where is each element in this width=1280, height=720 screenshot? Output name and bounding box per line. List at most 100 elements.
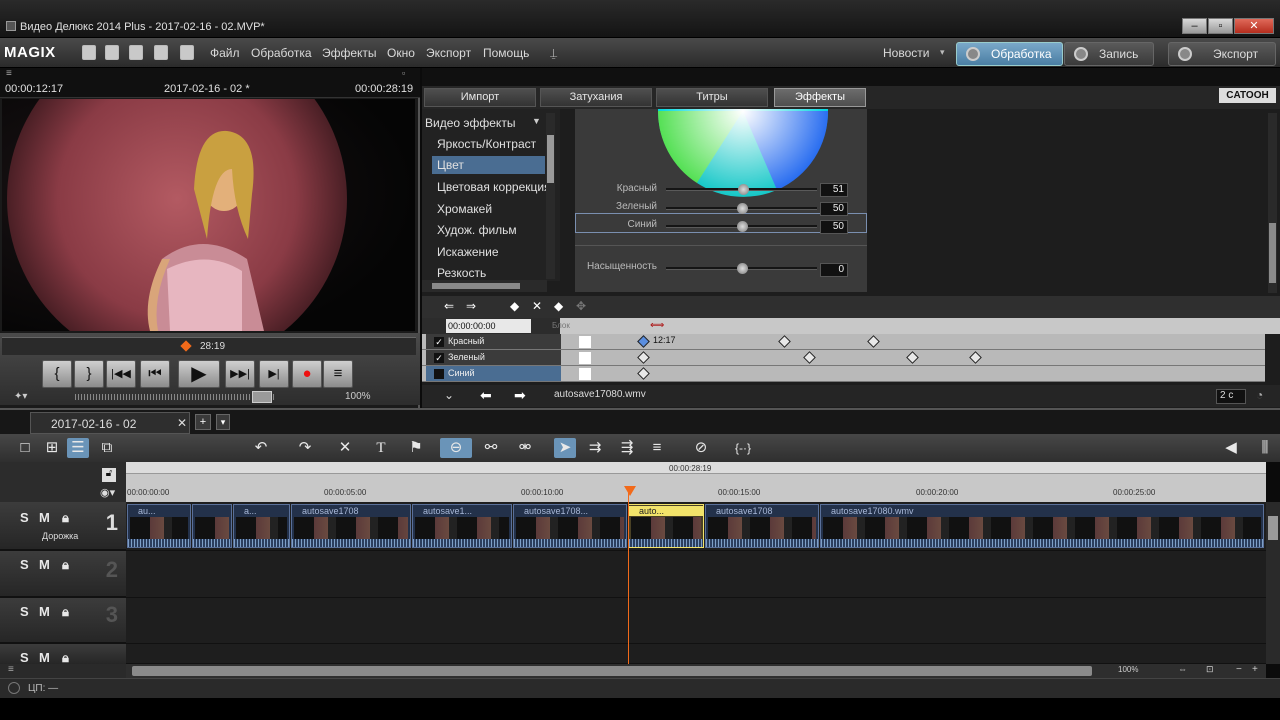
video-clip-selected[interactable]: auto... — [628, 504, 704, 548]
track-lock-icon[interactable]: 🔒︎ — [62, 510, 69, 526]
mode-record-button[interactable]: Запись — [1064, 42, 1154, 66]
video-clip[interactable]: au... — [127, 504, 191, 548]
mark-in-button[interactable]: { — [42, 360, 72, 388]
range-mode-icon[interactable]: ⇉ — [584, 438, 606, 458]
effect-item[interactable]: Худож. фильм — [437, 223, 517, 237]
preview-zoom[interactable]: 100% — [345, 391, 371, 402]
news-dropdown-icon[interactable]: ▾ — [940, 47, 945, 58]
effect-item-selected[interactable]: Цвет — [432, 156, 545, 174]
preview-options-button[interactable]: ≡ — [323, 360, 353, 388]
track-name[interactable]: Дорожка — [42, 531, 78, 541]
project-tab[interactable]: 2017-02-16 - 02 ✕ — [30, 412, 190, 434]
mixer-icon[interactable]: ⫼ — [1254, 438, 1276, 458]
keyframe-row-green[interactable]: Зеленый ✓ — [422, 350, 1265, 366]
timeline-zoom[interactable]: 100% — [1118, 665, 1138, 674]
speaker-icon[interactable]: ◀ — [1220, 438, 1242, 458]
shuttle-knob[interactable] — [252, 391, 272, 403]
slider-knob[interactable] — [736, 221, 748, 232]
mute-button[interactable]: M — [39, 650, 50, 665]
zoom-out-icon[interactable]: ⊡ — [1206, 664, 1214, 675]
keyframe-diamond[interactable] — [637, 351, 650, 364]
blue-value[interactable]: 50 — [820, 220, 848, 234]
menu-help[interactable]: Помощь — [483, 46, 529, 60]
effect-item[interactable]: Яркость/Контраст — [437, 137, 536, 151]
hscroll-thumb[interactable] — [432, 283, 520, 289]
tab-import[interactable]: Импорт — [424, 88, 536, 107]
slider-knob[interactable] — [736, 263, 748, 274]
tab-titles[interactable]: Титры — [656, 88, 768, 107]
maximize-button[interactable]: ▫ — [1208, 18, 1233, 34]
delete-icon[interactable]: ✕ — [334, 438, 356, 458]
checkbox-checked-icon[interactable]: ✓ — [434, 337, 444, 347]
ripple-mode-icon[interactable]: ⊖ — [440, 438, 472, 458]
video-clip[interactable] — [192, 504, 232, 548]
keyframe-diamond[interactable] — [906, 351, 919, 364]
solo-button[interactable]: S — [20, 604, 29, 619]
play-button[interactable]: ▶ — [178, 360, 220, 388]
track-header-3[interactable]: S M 🔒︎ 3 — [0, 598, 126, 644]
back-arrow-icon[interactable]: ⬅ — [480, 387, 492, 404]
track-lock-icon[interactable]: 🔒︎ — [62, 557, 69, 573]
keyframe-row-blue[interactable]: Синий — [422, 366, 1265, 382]
effect-item[interactable]: Цветовая коррекция — [437, 180, 551, 194]
tracks-vscroll[interactable] — [1266, 502, 1280, 664]
tab-menu-icon[interactable]: ▾ — [216, 414, 230, 430]
timeline-view-icon[interactable]: ☰ — [67, 438, 89, 458]
news-button[interactable]: Новости — [883, 46, 929, 60]
save-icon[interactable] — [129, 45, 143, 60]
slider-knob[interactable] — [736, 203, 748, 214]
keyframe-diamond[interactable] — [637, 335, 650, 348]
clock-icon[interactable]: ◔ — [1256, 388, 1263, 402]
prev-cut-button[interactable]: |◀◀ — [106, 360, 136, 388]
track-header-2[interactable]: S M 🔒︎ 2 — [0, 551, 126, 598]
timeline-hscroll[interactable]: 100% ⇔ ⊡ − + — [126, 664, 1266, 678]
track-3-lane[interactable] — [126, 598, 1266, 644]
volume-icon[interactable]: ✦▾ — [14, 391, 27, 402]
catooh-logo[interactable]: CATOOH — [1219, 88, 1276, 103]
fx-panel-scrollbar[interactable] — [1268, 113, 1277, 293]
video-clip[interactable]: autosave1... — [412, 504, 512, 548]
delete-keyframe-icon[interactable]: ✕ — [532, 299, 542, 313]
open-folder-icon[interactable] — [105, 45, 119, 60]
track-header-4[interactable]: S M 🔒︎ — [0, 644, 126, 665]
checkbox-unchecked-icon[interactable] — [434, 369, 444, 379]
keyframe-row-red[interactable]: Красный ✓ 12:17 — [422, 334, 1265, 350]
green-slider[interactable] — [666, 203, 817, 214]
effect-item[interactable]: Хромакей — [437, 202, 492, 216]
link-icon[interactable]: ⚯ — [480, 438, 502, 458]
range-marker-icon[interactable]: ⟺ — [650, 320, 664, 331]
blue-slider[interactable] — [666, 221, 817, 232]
zoom-minus-icon[interactable]: − — [1236, 664, 1242, 675]
next-keyframe-icon[interactable]: ⇒ — [466, 299, 476, 313]
next-marker-button[interactable]: ▶| — [259, 360, 289, 388]
checkbox-checked-icon[interactable]: ✓ — [434, 353, 444, 363]
scroll-thumb[interactable] — [547, 135, 554, 183]
title-text-icon[interactable]: T — [370, 438, 392, 458]
mute-button[interactable]: M — [39, 604, 50, 619]
video-clip[interactable]: a... — [233, 504, 290, 548]
add-keyframe-icon[interactable]: ◆ — [510, 299, 519, 313]
menu-file[interactable]: Файл — [210, 46, 240, 60]
storyboard-icon[interactable]: ⊞ — [41, 438, 63, 458]
previous-marker-button[interactable]: ⏮ — [140, 360, 170, 388]
curve-mode-icon[interactable]: ⇶ — [616, 438, 638, 458]
zoom-plus-icon[interactable]: + — [1252, 664, 1258, 675]
preview-menu-icon[interactable]: ≡ — [6, 68, 12, 79]
visibility-icon[interactable] — [579, 352, 591, 364]
mode-edit-button[interactable]: Обработка — [956, 42, 1063, 66]
red-slider[interactable] — [666, 184, 817, 195]
timeline-playhead[interactable] — [628, 488, 629, 664]
video-clip[interactable]: autosave17080.wmv — [820, 504, 1264, 548]
slider-knob[interactable] — [738, 184, 749, 195]
menu-effects[interactable]: Эффекты — [322, 46, 377, 60]
preview-maximize-icon[interactable]: ▫ — [402, 68, 405, 78]
preview-scrub-bar[interactable]: 28:19 — [2, 337, 416, 355]
help-cursor-icon[interactable] — [180, 45, 194, 60]
settings-icon[interactable] — [154, 45, 168, 60]
category-dropdown-icon[interactable]: ▼ — [532, 116, 541, 126]
shuttle-slider[interactable] — [75, 394, 275, 400]
record-button[interactable]: ● — [292, 360, 322, 388]
solo-button[interactable]: S — [20, 510, 29, 525]
video-clip[interactable]: autosave1708 — [291, 504, 411, 548]
visibility-icon[interactable] — [579, 336, 591, 348]
